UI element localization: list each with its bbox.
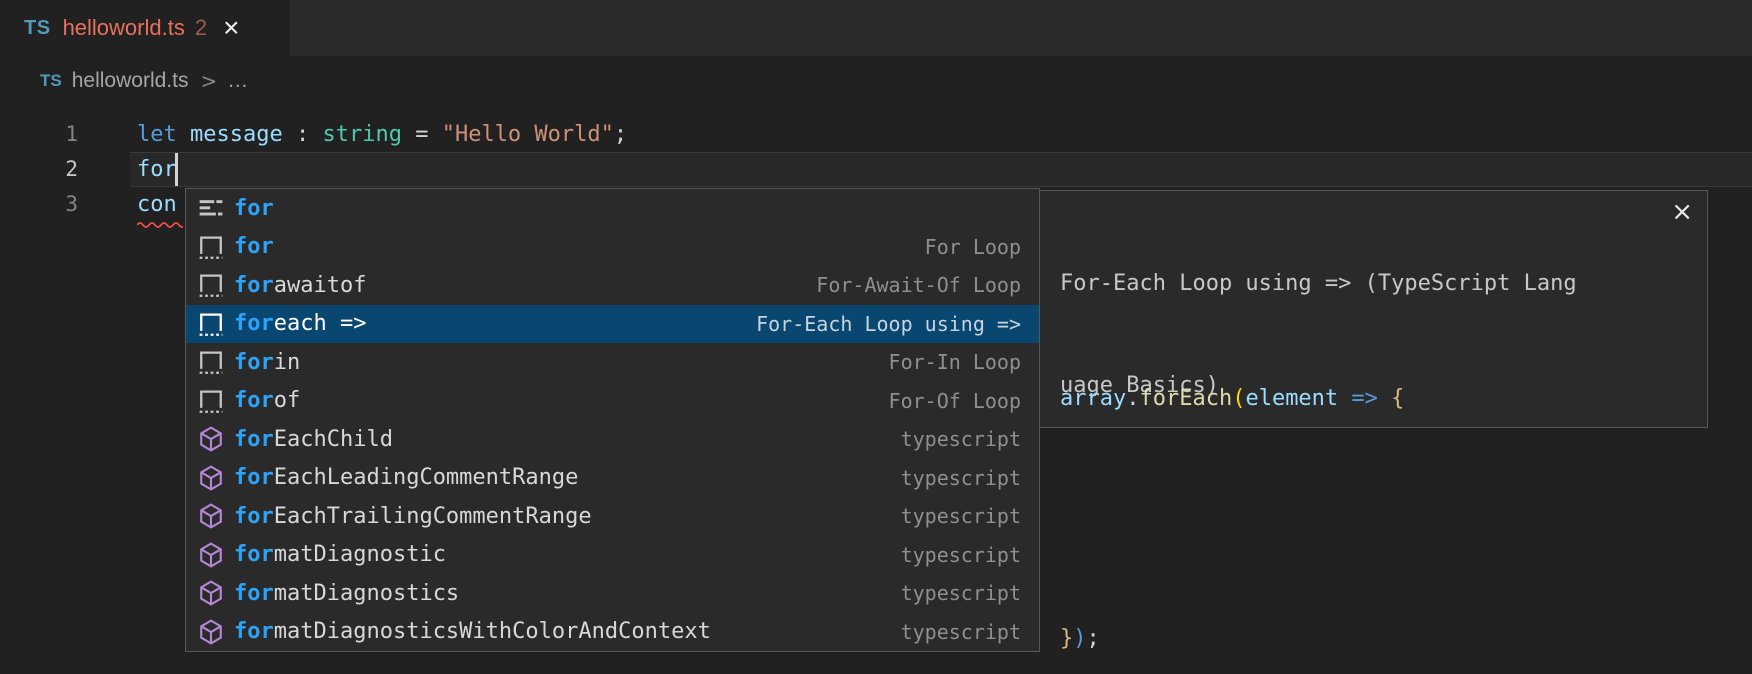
symbol-snippet-icon (196, 386, 226, 416)
tab-filename: helloworld.ts (63, 15, 185, 41)
code-token: = (402, 122, 442, 147)
code-token: for (137, 157, 177, 182)
code-token: "Hello World" (442, 122, 614, 147)
suggestion-item[interactable]: forawaitof For-Await-Of Loop (186, 266, 1039, 305)
suggestion-detail: For Loop (905, 235, 1021, 259)
vscode-window: TS helloworld.ts 2 × TS helloworld.ts > … (0, 0, 1752, 674)
suggestion-label: for (234, 196, 274, 221)
suggestion-label: for (234, 273, 274, 298)
symbol-method-icon (196, 578, 226, 608)
suggestion-detail: typescript (881, 504, 1021, 528)
suggestion-detail: typescript (881, 581, 1021, 605)
code-token: { (1391, 386, 1404, 411)
typescript-file-icon: TS (40, 71, 62, 91)
symbol-method-icon (196, 540, 226, 570)
suggestion-detail: typescript (881, 427, 1021, 451)
suggestion-label: for (234, 234, 274, 259)
suggestion-label: for (234, 619, 274, 644)
current-line-highlight (130, 152, 1752, 187)
suggestion-item[interactable]: formatDiagnosticsWithColorAndContext typ… (186, 613, 1039, 652)
suggestion-item[interactable]: forEachChild typescript (186, 420, 1039, 459)
code-line-2[interactable]: for (137, 152, 177, 187)
suggestion-detail: For-Await-Of Loop (796, 273, 1021, 297)
symbol-method-icon (196, 424, 226, 454)
docs-code-line-empty (1060, 499, 1404, 539)
symbol-snippet-icon (196, 270, 226, 300)
docs-title-line: For-Each Loop using => (TypeScript Lang (1060, 267, 1660, 301)
code-token (1378, 386, 1391, 411)
code-token: element (1245, 386, 1338, 411)
symbol-snippet-icon (196, 347, 226, 377)
suggestion-label: for (234, 465, 274, 490)
code-line-1[interactable]: let message : string = "Hello World"; (137, 117, 627, 152)
code-token: con (137, 192, 177, 217)
text-cursor (175, 153, 178, 186)
error-squiggle (137, 219, 183, 228)
code-token: . (1126, 386, 1139, 411)
close-docs-icon[interactable]: × (1671, 199, 1693, 225)
suggestion-item[interactable]: forEachTrailingCommentRange typescript (186, 497, 1039, 536)
suggestion-label: for (234, 350, 274, 375)
suggestion-label: for (234, 311, 274, 336)
suggestion-label: for (234, 427, 274, 452)
code-token: } (1060, 626, 1073, 651)
code-token: ; (1087, 626, 1100, 651)
suggest-widget: for for For Loop forawaitof For-Await-Of… (185, 188, 1040, 652)
breadcrumb-filename[interactable]: helloworld.ts (72, 69, 189, 93)
suggestion-label: for (234, 581, 274, 606)
suggestion-item[interactable]: formatDiagnostics typescript (186, 574, 1039, 613)
code-token (177, 122, 190, 147)
tab-problems-badge: 2 (195, 15, 207, 41)
tab-bar: TS helloworld.ts 2 × (0, 0, 1752, 56)
suggestion-detail: For-Each Loop using => (736, 312, 1021, 336)
symbol-method-icon (196, 501, 226, 531)
breadcrumb: TS helloworld.ts > … (40, 62, 248, 100)
suggestion-item[interactable]: forEachLeadingCommentRange typescript (186, 459, 1039, 498)
suggestion-item[interactable]: for For Loop (186, 228, 1039, 267)
suggestion-detail: typescript (881, 543, 1021, 567)
breadcrumb-ellipsis[interactable]: … (227, 69, 248, 93)
suggestion-item[interactable]: forin For-In Loop (186, 343, 1039, 382)
code-token: ) (1073, 626, 1086, 651)
suggestion-detail: typescript (881, 620, 1021, 644)
line-number-1: 1 (0, 117, 78, 152)
docs-code-line: }); (1060, 619, 1404, 659)
code-token: message (190, 122, 283, 147)
symbol-method-icon (196, 463, 226, 493)
code-token: => (1351, 386, 1378, 411)
code-token: let (137, 122, 177, 147)
code-token: array (1060, 386, 1126, 411)
line-number-3: 3 (0, 187, 78, 222)
code-token (1338, 386, 1351, 411)
suggestion-detail: For-Of Loop (869, 389, 1021, 413)
symbol-snippet-icon (196, 232, 226, 262)
suggestion-label: for (234, 388, 274, 413)
suggestion-item-selected[interactable]: foreach => For-Each Loop using => (186, 305, 1039, 344)
tab-helloworld[interactable]: TS helloworld.ts 2 × (0, 0, 290, 56)
docs-code-line: array.forEach(element => { (1060, 379, 1404, 419)
symbol-keyword-icon (196, 193, 226, 223)
line-number-2: 2 (0, 152, 78, 187)
symbol-method-icon (196, 617, 226, 647)
chevron-right-icon: > (200, 69, 217, 93)
typescript-file-icon: TS (24, 17, 51, 40)
suggestion-item[interactable]: forof For-Of Loop (186, 382, 1039, 421)
symbol-snippet-icon (196, 309, 226, 339)
suggestion-item[interactable]: for (186, 189, 1039, 228)
suggest-docs-panel: For-Each Loop using => (TypeScript Lang … (1039, 190, 1708, 428)
code-token: ( (1232, 386, 1245, 411)
docs-code-snippet: array.forEach(element => { }); (1060, 299, 1404, 674)
code-token: forEach (1139, 386, 1232, 411)
suggestion-detail: typescript (881, 466, 1021, 490)
suggestion-item[interactable]: formatDiagnostic typescript (186, 536, 1039, 575)
code-token: string (322, 122, 401, 147)
close-tab-icon[interactable]: × (223, 14, 239, 42)
code-token: ; (614, 122, 627, 147)
suggestion-label: for (234, 542, 274, 567)
suggestion-detail: For-In Loop (869, 350, 1021, 374)
code-line-3[interactable]: con (137, 187, 177, 222)
code-token: : (283, 122, 323, 147)
suggestion-label: for (234, 504, 274, 529)
